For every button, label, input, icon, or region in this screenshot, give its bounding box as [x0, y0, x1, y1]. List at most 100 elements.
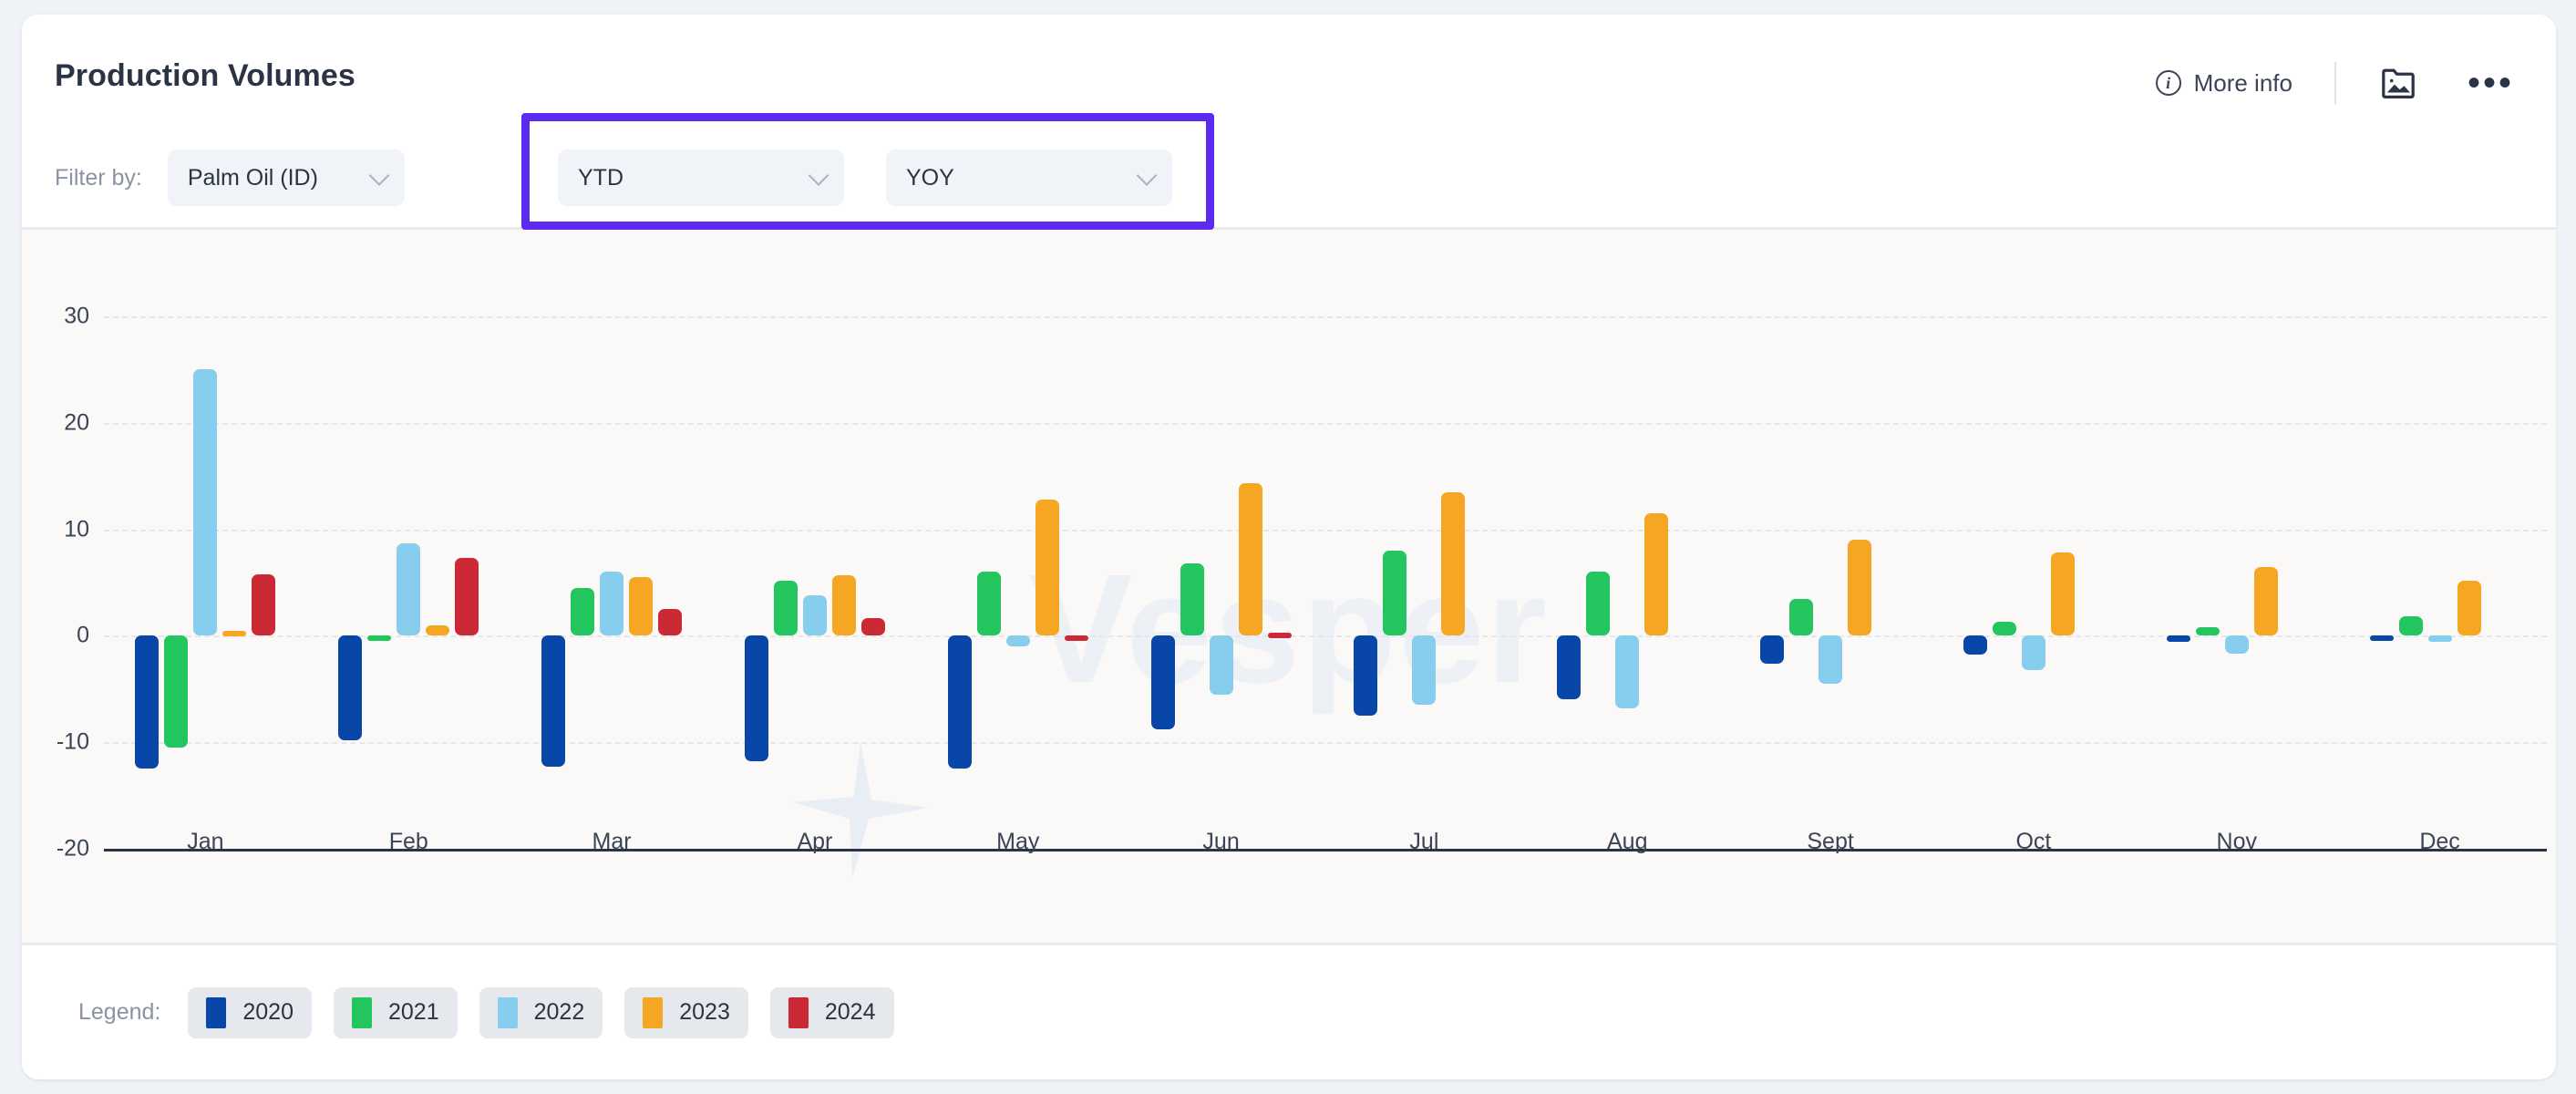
comparison-select-value: YOY	[906, 164, 954, 191]
bar-2022-Jun[interactable]	[1209, 635, 1233, 695]
bar-2022-Aug[interactable]	[1615, 635, 1640, 708]
bar-2024-Jun[interactable]	[1267, 632, 1292, 638]
bar-2022-Jan[interactable]	[193, 369, 218, 636]
bar-2021-Jan[interactable]	[164, 635, 189, 748]
page-title: Production Volumes	[55, 58, 355, 93]
bar-2022-Jul[interactable]	[1412, 635, 1437, 706]
bar-2020-Sept[interactable]	[1760, 635, 1785, 664]
bar-2020-Jan[interactable]	[135, 635, 160, 769]
bar-2023-Feb[interactable]	[426, 624, 450, 636]
period-select-value: YTD	[578, 164, 623, 191]
legend-item-2021[interactable]: 2021	[334, 986, 458, 1038]
bar-2021-Nov[interactable]	[2195, 627, 2220, 636]
x-axis-tick-label: Apr	[797, 829, 833, 855]
chart-legend: Legend: 2020 2021 2022 2023 2024	[22, 943, 2556, 1079]
x-axis-tick-label: Feb	[388, 829, 428, 855]
x-axis-tick-label: Aug	[1607, 829, 1648, 855]
legend-swatch-icon	[497, 996, 518, 1028]
bar-2024-Mar[interactable]	[658, 609, 683, 636]
select-spacer	[844, 150, 886, 206]
legend-items: 2020 2021 2022 2023 2024	[188, 986, 915, 1038]
highlighted-filters: YTD YOY	[558, 150, 1172, 206]
legend-item-label: 2022	[533, 999, 585, 1025]
x-axis-tick-label: May	[996, 829, 1040, 855]
bar-2023-May[interactable]	[1035, 499, 1059, 636]
bar-2022-May[interactable]	[1005, 635, 1030, 647]
chevron-down-icon	[368, 165, 390, 186]
commodity-select[interactable]: Palm Oil (ID)	[167, 150, 405, 206]
bar-2020-Aug[interactable]	[1557, 635, 1582, 700]
comparison-select[interactable]: YOY	[886, 150, 1172, 206]
legend-swatch-icon	[643, 996, 664, 1028]
bar-2022-Apr[interactable]	[802, 595, 827, 636]
bar-2023-Sept[interactable]	[1848, 540, 1872, 636]
card-header: Production Volumes i More info ••• Filte…	[22, 15, 2556, 230]
bar-2020-Apr[interactable]	[744, 635, 768, 762]
chevron-down-icon	[1136, 165, 1158, 186]
bar-2020-Dec[interactable]	[2369, 635, 2394, 642]
chevron-down-icon	[808, 165, 829, 186]
more-info-button[interactable]: i More info	[2155, 68, 2293, 98]
x-axis-tick-label: Jul	[1409, 829, 1439, 855]
bar-2021-Aug[interactable]	[1586, 572, 1611, 636]
bar-2022-Mar[interactable]	[600, 572, 624, 636]
legend-swatch-icon	[206, 996, 227, 1028]
legend-item-2022[interactable]: 2022	[479, 986, 603, 1038]
bar-2023-Apr[interactable]	[831, 574, 856, 636]
more-info-label: More info	[2193, 68, 2293, 97]
bar-2022-Dec[interactable]	[2427, 635, 2452, 643]
bar-2023-Jan[interactable]	[222, 630, 247, 636]
bar-2020-Mar[interactable]	[541, 635, 566, 768]
bar-2023-Mar[interactable]	[629, 577, 654, 636]
bar-2021-Jul[interactable]	[1383, 550, 1407, 636]
bar-2021-Sept[interactable]	[1789, 598, 1814, 636]
info-circle-icon: i	[2155, 70, 2181, 96]
legend-label: Legend:	[78, 999, 161, 1025]
bar-2020-Jun[interactable]	[1150, 635, 1175, 730]
bar-2022-Nov[interactable]	[2224, 635, 2249, 655]
bar-2023-Jul[interactable]	[1441, 491, 1466, 636]
bar-2024-Jan[interactable]	[252, 573, 276, 636]
legend-item-2024[interactable]: 2024	[769, 986, 894, 1038]
bar-2022-Sept[interactable]	[1819, 635, 1843, 684]
bar-2023-Aug[interactable]	[1644, 513, 1669, 636]
x-axis-tick-label: Jan	[187, 829, 224, 855]
bar-2023-Jun[interactable]	[1238, 483, 1262, 636]
bar-2021-Apr[interactable]	[773, 580, 798, 636]
bar-2024-Feb[interactable]	[455, 558, 479, 636]
bar-2021-Oct[interactable]	[1992, 622, 2016, 636]
bar-2023-Dec[interactable]	[2457, 580, 2481, 636]
bar-2022-Oct[interactable]	[2021, 635, 2045, 670]
bar-2024-May[interactable]	[1064, 635, 1088, 642]
bar-2022-Feb[interactable]	[397, 542, 421, 636]
ellipsis-icon[interactable]: •••	[2468, 65, 2514, 101]
bar-2023-Nov[interactable]	[2253, 566, 2278, 636]
legend-item-label: 2024	[824, 999, 876, 1025]
bar-2020-Jul[interactable]	[1354, 635, 1378, 716]
legend-item-label: 2021	[388, 999, 439, 1025]
legend-item-label: 2020	[242, 999, 294, 1025]
bar-2024-Apr[interactable]	[860, 617, 885, 636]
bar-2021-Mar[interactable]	[571, 587, 595, 636]
bar-2020-Oct[interactable]	[1963, 635, 1987, 655]
x-axis-tick-label: Nov	[2216, 829, 2257, 855]
x-axis-tick-label: Mar	[592, 829, 632, 855]
x-axis-tick-label: Sept	[1807, 829, 1854, 855]
image-folder-icon[interactable]	[2378, 63, 2418, 103]
bar-2020-May[interactable]	[947, 635, 972, 769]
bar-2021-May[interactable]	[976, 572, 1001, 636]
bar-2021-Dec[interactable]	[2398, 616, 2423, 636]
legend-item-2020[interactable]: 2020	[188, 986, 312, 1038]
bar-2023-Oct[interactable]	[2050, 552, 2075, 636]
legend-item-2023[interactable]: 2023	[624, 986, 748, 1038]
bar-2021-Feb[interactable]	[367, 635, 392, 642]
legend-swatch-icon	[352, 996, 372, 1028]
filter-row: Filter by: Palm Oil (ID)	[55, 150, 405, 206]
bar-2021-Jun[interactable]	[1180, 562, 1204, 636]
bar-2020-Feb[interactable]	[338, 635, 363, 740]
bar-2020-Nov[interactable]	[2166, 635, 2190, 643]
header-actions: i More info •••	[2155, 62, 2514, 104]
period-select[interactable]: YTD	[558, 150, 844, 206]
header-divider	[2334, 62, 2336, 104]
production-volumes-card: Production Volumes i More info ••• Filte…	[22, 15, 2556, 1079]
